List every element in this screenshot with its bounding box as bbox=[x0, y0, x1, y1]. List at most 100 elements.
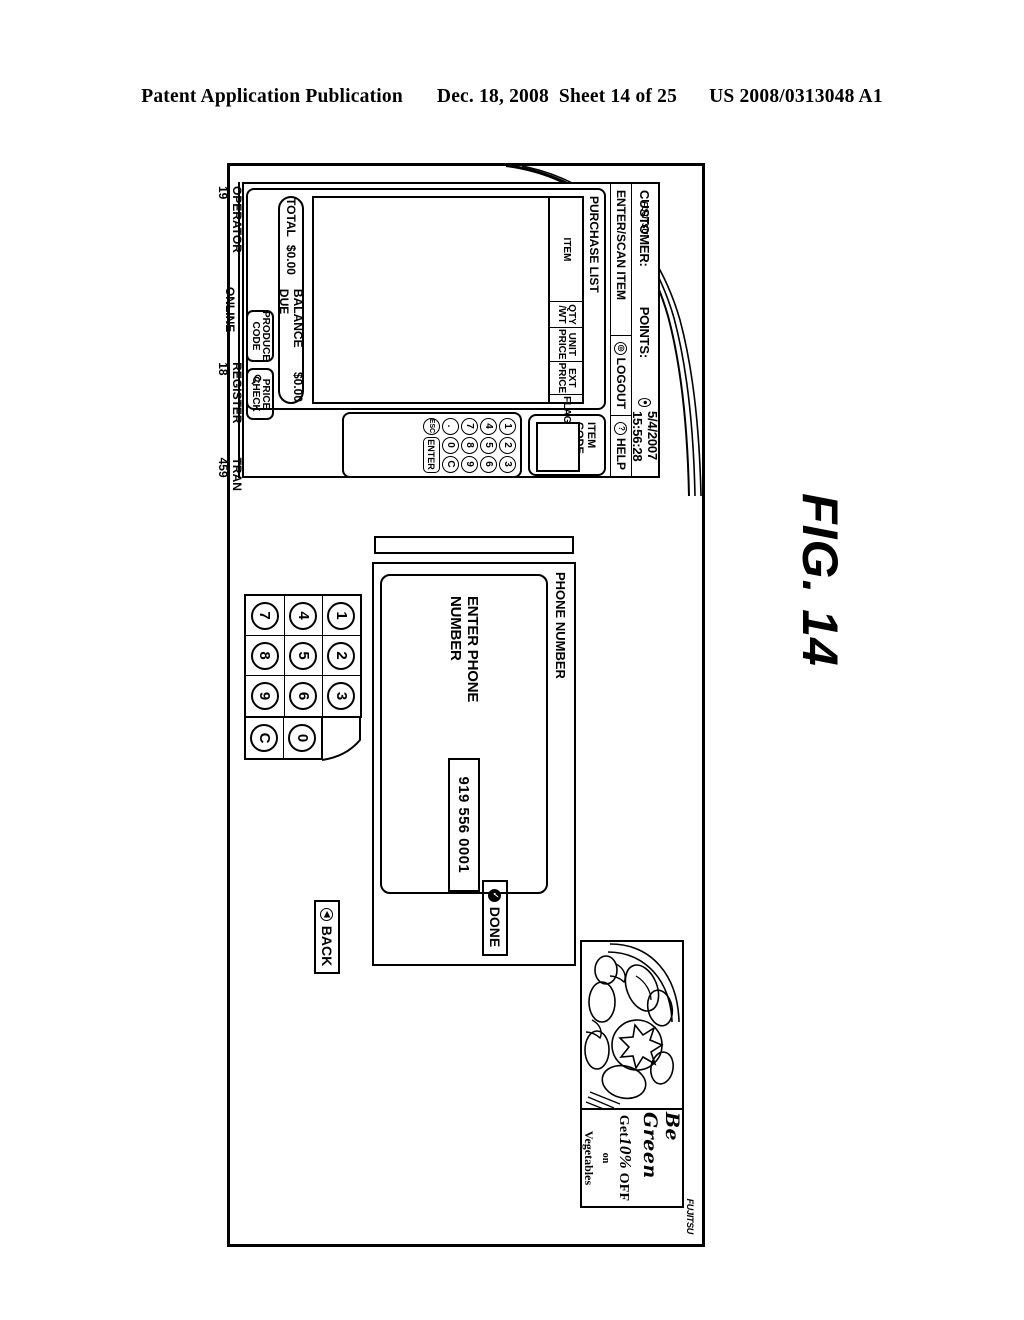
cust-key-7: 7 bbox=[251, 601, 279, 630]
purchase-list-panel: PURCHASE LIST ITEM QTY /WT UNIT PRICE EX… bbox=[246, 188, 606, 430]
cust-key-8: 8 bbox=[251, 641, 279, 670]
magnifier-icon bbox=[251, 374, 262, 385]
key-0[interactable]: 0 bbox=[442, 436, 459, 454]
balance-due-group: BALANCE DUE $0.00 bbox=[277, 289, 305, 402]
produce-code-button[interactable]: PRODUCE CODE bbox=[246, 310, 274, 362]
status-transaction: TRAN 459 bbox=[216, 457, 244, 491]
keypad-row: ESC ENTER bbox=[423, 417, 440, 473]
purchase-list-table[interactable]: ITEM QTY /WT UNIT PRICE EXT PRICE FLAGS bbox=[312, 196, 584, 430]
cust-key-cell[interactable]: 5 bbox=[284, 636, 322, 676]
phone-entry-group: ENTER PHONE NUMBER 919 556 0001 bbox=[380, 574, 548, 894]
operator-screen: FUJITSU CUSTOMER: POINTS: ● 5/4/2007 15:… bbox=[242, 182, 660, 478]
cust-key-4: 4 bbox=[289, 601, 318, 630]
cust-key-cell[interactable]: 8 bbox=[246, 636, 284, 676]
datetime-text: 5/4/2007 15:56:28 bbox=[630, 410, 660, 462]
column-header-unit-price: UNIT PRICE bbox=[550, 328, 582, 362]
key-9[interactable]: 9 bbox=[461, 455, 478, 473]
purchase-list-body[interactable] bbox=[314, 198, 548, 402]
operator-action-buttons: PRODUCE CODE PRICE CHECK bbox=[246, 310, 274, 420]
vegetables-illustration bbox=[582, 942, 682, 1110]
figure-drawing: FUJITSU FUJITSU CUSTOMER: POINTS: ● 5/4/… bbox=[216, 163, 705, 1247]
price-check-line1: PRICE bbox=[260, 378, 272, 410]
key-8[interactable]: 8 bbox=[461, 436, 478, 454]
cust-key-cell[interactable]: 3 bbox=[322, 676, 360, 716]
key-2[interactable]: 2 bbox=[499, 436, 516, 454]
cust-key-cell[interactable]: 2 bbox=[322, 636, 360, 676]
total-label: TOTAL bbox=[284, 198, 298, 237]
keypad-row: 4 5 6 bbox=[480, 417, 497, 473]
operator-action-bar: ENTER/SCAN ITEM ◎ LOGOUT ? HELP bbox=[610, 184, 632, 476]
ad-offer-line: Get10% OFF bbox=[615, 1115, 635, 1201]
advertisement-panel[interactable]: Be Green Get10% OFF on Vegetables bbox=[580, 940, 684, 1208]
cust-key-cell[interactable]: 4 bbox=[284, 596, 322, 636]
customer-keypad: 1 2 3 4 5 6 7 8 9 0 C bbox=[244, 594, 362, 762]
balance-due-label: BALANCE DUE bbox=[277, 288, 305, 348]
key-enter[interactable]: ENTER bbox=[423, 436, 440, 473]
logout-label: LOGOUT bbox=[614, 357, 628, 409]
cust-key-3: 3 bbox=[327, 682, 356, 710]
cust-key-cell[interactable]: 7 bbox=[246, 596, 284, 636]
publication-header: Patent Application Publication Dec. 18, … bbox=[0, 86, 1024, 108]
keypad-bevel-corner bbox=[321, 716, 361, 761]
cust-key-cell[interactable]: C bbox=[246, 718, 283, 758]
clock-icon: ● bbox=[638, 398, 652, 407]
figure-label: FIG. 14 bbox=[792, 493, 848, 667]
question-mark-icon: ? bbox=[614, 421, 628, 435]
fujitsu-logo: FUJITSU bbox=[685, 1198, 695, 1234]
power-icon: ◎ bbox=[614, 341, 628, 355]
cust-key-cell[interactable]: 0 bbox=[283, 718, 321, 758]
check-circle-icon: ✓ bbox=[488, 888, 502, 902]
key-5[interactable]: 5 bbox=[480, 436, 497, 454]
produce-code-line2: CODE bbox=[250, 321, 261, 351]
back-button[interactable]: ◀ BACK bbox=[314, 900, 340, 974]
cust-key-6: 6 bbox=[289, 682, 318, 710]
phone-number-input[interactable]: 919 556 0001 bbox=[448, 757, 480, 892]
done-button[interactable]: ✓ DONE bbox=[482, 880, 508, 956]
key-1[interactable]: 1 bbox=[499, 417, 516, 435]
logout-button[interactable]: ◎ LOGOUT bbox=[611, 334, 631, 415]
display-side-strip bbox=[374, 536, 574, 554]
status-register: REGISTER 18 bbox=[216, 362, 244, 424]
cust-key-cell[interactable]: 6 bbox=[284, 676, 322, 716]
key-4[interactable]: 4 bbox=[480, 417, 497, 435]
customer-keypad-side-column: 0 C bbox=[244, 718, 323, 760]
ad-offer-on: on bbox=[600, 1152, 611, 1164]
cust-key-cell[interactable]: 1 bbox=[322, 596, 360, 636]
phone-panel-title: PHONE NUMBER bbox=[553, 572, 568, 679]
produce-code-line1: PRODUCE bbox=[260, 311, 272, 362]
done-label: DONE bbox=[487, 906, 503, 948]
key-6[interactable]: 6 bbox=[480, 455, 497, 473]
total-group: TOTAL $0.00 bbox=[284, 198, 298, 275]
key-decimal[interactable]: . bbox=[442, 417, 459, 435]
key-7[interactable]: 7 bbox=[461, 417, 478, 435]
item-code-panel: ITEM CODE bbox=[528, 414, 606, 476]
publication-number: US 2008/0313048 A1 bbox=[709, 86, 883, 107]
cust-key-0: 0 bbox=[288, 724, 317, 752]
column-header-qty: QTY /WT bbox=[550, 302, 582, 328]
phone-number-panel: PHONE NUMBER ENTER PHONE NUMBER 919 556 … bbox=[372, 562, 576, 966]
ad-offer-suffix: OFF bbox=[616, 1172, 631, 1202]
points-label: POINTS: bbox=[637, 306, 653, 359]
cust-key-2: 2 bbox=[327, 641, 356, 670]
cust-key-1: 1 bbox=[327, 601, 356, 630]
balance-due-value: $0.00 bbox=[291, 371, 305, 402]
cust-key-9: 9 bbox=[251, 682, 279, 710]
customer-label: CUSTOMER: bbox=[637, 190, 653, 267]
cust-key-cell[interactable]: 9 bbox=[246, 676, 284, 716]
help-button[interactable]: ? HELP bbox=[611, 414, 631, 476]
key-esc[interactable]: ESC bbox=[423, 417, 440, 435]
key-3[interactable]: 3 bbox=[499, 455, 516, 473]
item-code-input[interactable] bbox=[536, 422, 580, 472]
status-connection: ONLINE bbox=[223, 286, 237, 333]
cust-key-clear: C bbox=[250, 724, 279, 752]
status-operator: OPERATOR 19 bbox=[216, 186, 244, 253]
key-clear[interactable]: C bbox=[442, 455, 459, 473]
column-header-ext-price: EXT PRICE bbox=[550, 361, 582, 396]
publication-title: Patent Application Publication bbox=[141, 86, 403, 107]
purchase-list-title: PURCHASE LIST bbox=[587, 196, 601, 293]
ad-offer-percent: 10% bbox=[616, 1137, 635, 1169]
keypad-row: 1 2 3 bbox=[499, 417, 516, 473]
price-check-button[interactable]: PRICE CHECK bbox=[246, 368, 274, 420]
customer-display: Be Green Get10% OFF on Vegetables PHONE … bbox=[240, 496, 686, 1216]
enter-scan-item-label: ENTER/SCAN ITEM bbox=[614, 190, 628, 301]
